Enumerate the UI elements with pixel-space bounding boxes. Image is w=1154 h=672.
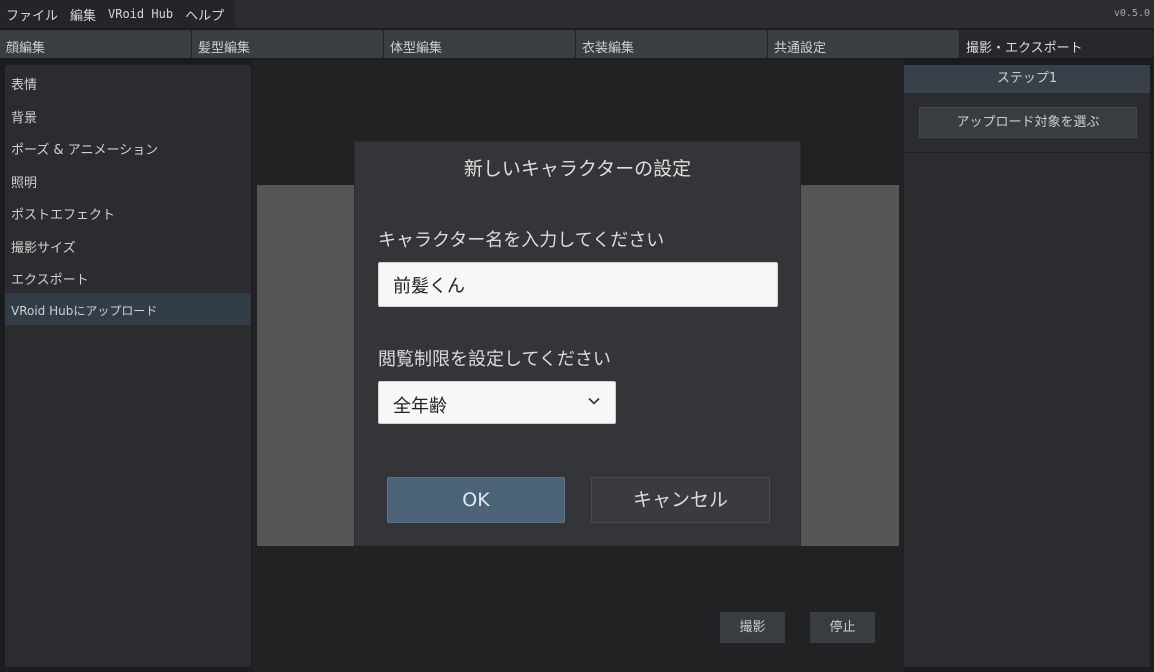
character-name-label: キャラクター名を入力してください [378,230,665,251]
sidebar-item-photo-size[interactable]: 撮影サイズ [5,228,251,261]
sidebar-item-vroid-hub-upload[interactable]: VRoid Hubにアップロード [5,292,251,325]
sidebar-item-post-effect[interactable]: ポストエフェクト [5,195,251,228]
ok-button[interactable]: OK [387,477,565,523]
chevron-down-icon [588,397,600,405]
stop-button[interactable]: 停止 [810,612,875,643]
right-panel: ステップ1 アップロード対象を選ぶ [904,65,1150,667]
sidebar-item-export[interactable]: エクスポート [5,260,251,293]
step-header: ステップ1 [904,65,1150,93]
version-label: v0.5.0 [1113,8,1150,19]
step-body: アップロード対象を選ぶ [904,93,1150,153]
tab-outfit[interactable]: 衣装編集 [576,30,768,58]
sidebar-item-pose-animation[interactable]: ポーズ & アニメーション [5,130,251,163]
menu-bar: ファイル 編集 VRoid Hub ヘルプ v0.5.0 [0,0,1154,28]
tab-common-settings[interactable]: 共通設定 [768,30,960,58]
restriction-select[interactable]: 全年齢 [378,381,616,424]
sidebar-item-background[interactable]: 背景 [5,98,251,131]
sidebar-item-lighting[interactable]: 照明 [5,163,251,196]
tab-hair[interactable]: 髪型編集 [192,30,384,58]
character-name-input[interactable] [378,262,778,307]
tab-photo-export[interactable]: 撮影・エクスポート [960,30,1154,58]
menu-vroid-hub[interactable]: VRoid Hub [102,7,179,21]
new-character-dialog: 新しいキャラクターの設定 キャラクター名を入力してください 閲覧制限を設定してく… [354,141,801,546]
cancel-button[interactable]: キャンセル [591,477,770,523]
restriction-select-value: 全年齢 [393,396,447,417]
tab-body[interactable]: 体型編集 [384,30,576,58]
tab-bar: 顔編集 髪型編集 体型編集 衣装編集 共通設定 撮影・エクスポート [0,30,1154,58]
sidebar-item-expression[interactable]: 表情 [5,65,251,98]
capture-button[interactable]: 撮影 [720,612,785,643]
menu-items: ファイル 編集 VRoid Hub ヘルプ [0,0,235,28]
tab-face[interactable]: 顔編集 [0,30,192,58]
restriction-label: 閲覧制限を設定してください [378,349,611,370]
dialog-title: 新しいキャラクターの設定 [463,158,692,180]
menu-file[interactable]: ファイル [0,5,64,24]
menu-help[interactable]: ヘルプ [179,5,230,24]
menu-edit[interactable]: 編集 [64,5,102,24]
select-upload-target-button[interactable]: アップロード対象を選ぶ [919,107,1137,138]
sidebar: 表情 背景 ポーズ & アニメーション 照明 ポストエフェクト 撮影サイズ エク… [5,65,251,667]
